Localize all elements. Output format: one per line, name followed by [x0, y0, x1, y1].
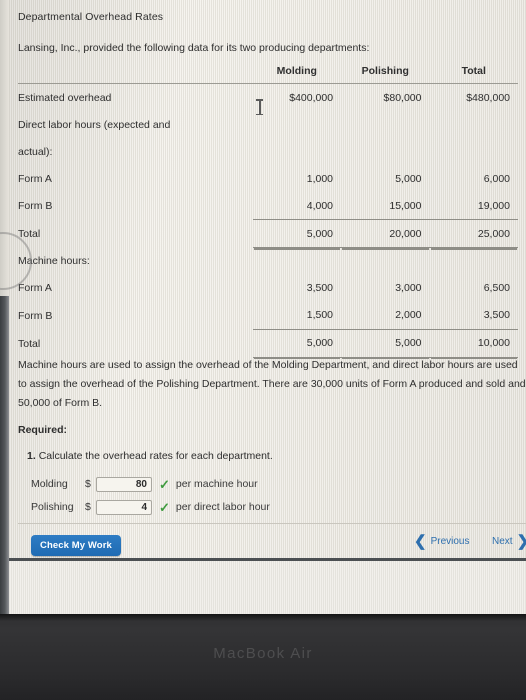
row-label: Estimated overhead	[18, 91, 112, 104]
table-row: Form A 3,500 3,000 6,500	[18, 275, 518, 302]
molding-rate-input[interactable]	[96, 476, 152, 492]
column-header-polishing: Polishing	[361, 65, 409, 77]
cell-polishing	[341, 138, 429, 165]
laptop-photo: Departmental Overhead Rates Lansing, Inc…	[0, 0, 526, 700]
next-button[interactable]: Next ❯	[492, 534, 526, 549]
cell-polishing: 3,000	[395, 282, 422, 294]
cell-polishing: 2,000	[341, 301, 430, 330]
cell-total	[430, 111, 519, 138]
row-label: Form B	[18, 200, 53, 212]
table-row: Direct labor hours (expected and	[18, 111, 518, 138]
answer-unit-polishing: per direct labor hour	[175, 501, 270, 513]
answer-label-polishing: Polishing	[31, 501, 74, 513]
cell-total: 25,000	[429, 219, 518, 248]
table-row: Total 5,000 20,000 25,000	[18, 219, 518, 248]
cell-molding: 1,000	[306, 172, 334, 185]
cell-total: 3,500	[429, 301, 518, 330]
table-row: Machine hours:	[18, 248, 518, 275]
overhead-data-table: Molding Polishing Total Estimated overhe…	[18, 62, 518, 358]
previous-label: Previous	[430, 536, 470, 547]
table-row: Total 5,000 5,000 10,000	[18, 329, 518, 358]
row-label: Form A	[18, 282, 52, 294]
required-item-1: 1. Calculate the overhead rates for each…	[27, 450, 273, 462]
screen-area: Departmental Overhead Rates Lansing, Inc…	[0, 0, 526, 614]
cell-molding	[253, 138, 341, 165]
column-header-blank	[18, 62, 253, 84]
cell-total: 19,000	[429, 192, 518, 220]
cell-total	[430, 248, 519, 275]
cell-molding	[253, 248, 341, 275]
cell-polishing: 20,000	[341, 219, 430, 248]
polishing-rate-input[interactable]	[96, 499, 152, 515]
cell-molding: 3,500	[306, 282, 334, 294]
required-item-text: Calculate the overhead rates for each de…	[38, 450, 273, 462]
check-my-work-button[interactable]: Check My Work	[31, 535, 121, 556]
footer-bar: Save and Exit Submit Assignment for Grad…	[0, 561, 526, 614]
cell-total: 6,500	[483, 282, 510, 294]
row-label: Form B	[18, 309, 53, 322]
cell-total: 6,000	[483, 172, 510, 185]
page-title: Departmental Overhead Rates	[18, 11, 164, 23]
cell-total	[430, 138, 519, 165]
row-label: Form A	[18, 172, 52, 185]
cell-total: 10,000	[429, 329, 518, 358]
cell-molding: 5,000	[252, 329, 342, 358]
row-label: Total	[18, 228, 41, 240]
table-row: actual):	[18, 138, 518, 165]
answer-label-molding: Molding	[31, 478, 68, 490]
required-item-number: 1.	[27, 450, 36, 462]
table-head: Molding Polishing Total	[18, 62, 518, 84]
check-icon: ✓	[159, 499, 170, 515]
cell-polishing: 15,000	[341, 192, 430, 220]
cell-polishing	[341, 248, 429, 275]
answer-row-molding: Molding $ ✓ per machine hour	[31, 474, 258, 494]
table-header-row: Molding Polishing Total	[18, 62, 518, 84]
cell-molding: 1,500	[252, 301, 342, 330]
table-row: Form B 1,500 2,000 3,500	[18, 301, 518, 330]
column-header-molding: Molding	[276, 65, 317, 77]
table-row: Form A 1,000 5,000 6,000	[18, 165, 518, 192]
chevron-right-icon: ❯	[517, 534, 526, 549]
row-label: actual):	[18, 145, 53, 158]
question-intro: Lansing, Inc., provided the following da…	[18, 42, 370, 54]
column-header-total: Total	[461, 65, 486, 77]
required-heading: Required:	[18, 424, 68, 436]
cell-molding: $400,000	[289, 91, 334, 104]
device-model-label: MacBook Air	[213, 645, 313, 662]
assignment-page: Departmental Overhead Rates Lansing, Inc…	[9, 0, 526, 558]
cell-polishing: 5,000	[341, 329, 430, 358]
cell-polishing: 5,000	[395, 172, 422, 185]
answer-unit-molding: per machine hour	[175, 478, 258, 490]
bezel-shadow	[0, 614, 526, 621]
cell-molding	[253, 111, 341, 138]
currency-symbol-molding: $	[85, 478, 91, 490]
currency-symbol-polishing: $	[85, 501, 91, 513]
row-label: Machine hours:	[18, 255, 90, 267]
next-label: Next	[492, 536, 513, 547]
table-row: Form B 4,000 15,000 19,000	[18, 192, 518, 220]
cell-polishing: $80,000	[383, 91, 422, 104]
chevron-left-icon: ❮	[414, 533, 427, 550]
assignment-note: Machine hours are used to assign the ove…	[18, 359, 526, 409]
table-row: Estimated overhead $400,000 $80,000 $480,00…	[18, 84, 518, 112]
row-label: Direct labor hours (expected and	[18, 118, 171, 131]
check-icon: ✓	[159, 476, 170, 492]
divider	[18, 523, 526, 524]
cell-molding: 5,000	[252, 219, 342, 248]
previous-button[interactable]: ❮ Previous	[414, 534, 469, 549]
table-body: Estimated overhead $400,000 $80,000 $480,00…	[18, 84, 518, 358]
cell-molding: 4,000	[252, 192, 342, 220]
answer-row-polishing: Polishing $ ✓ per direct labor hour	[31, 497, 270, 517]
cell-total: $480,000	[466, 91, 510, 104]
cell-polishing	[341, 111, 429, 138]
row-label: Total	[18, 337, 41, 350]
